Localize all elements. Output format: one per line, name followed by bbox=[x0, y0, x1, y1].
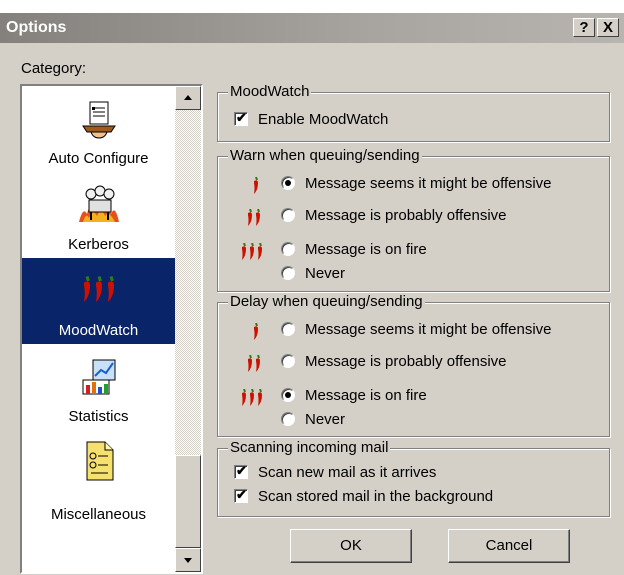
option-label: Message is on fire bbox=[305, 387, 427, 404]
option-label: Never bbox=[305, 265, 346, 282]
scan-new-mail-label: Scan new mail as it arrives bbox=[258, 464, 437, 481]
option-label: Message is on fire bbox=[305, 241, 427, 258]
chili-pepper-icon bbox=[254, 355, 262, 373]
delay-radio-probably[interactable] bbox=[281, 354, 295, 368]
warn-option-offensive-probably[interactable]: Message is probably offensive bbox=[218, 207, 598, 227]
option-label: Message seems it might be offensive bbox=[305, 175, 552, 192]
delay-radio-maybe[interactable] bbox=[281, 322, 295, 336]
category-item-kerberos[interactable]: Kerberos bbox=[22, 172, 175, 258]
cancel-button[interactable]: Cancel bbox=[448, 529, 570, 563]
warn-radio-probably[interactable] bbox=[281, 208, 295, 222]
chili-pepper-icon bbox=[248, 243, 256, 261]
warn-option-offensive-maybe[interactable]: Message seems it might be offensive bbox=[218, 175, 598, 195]
scroll-up-button[interactable] bbox=[175, 86, 201, 110]
scroll-thumb[interactable] bbox=[175, 455, 201, 548]
enable-moodwatch-label: Enable MoodWatch bbox=[258, 111, 389, 128]
chili-pepper-icon bbox=[256, 389, 264, 407]
option-label: Message is probably offensive bbox=[305, 353, 507, 370]
category-item-miscellaneous[interactable]: Miscellaneous bbox=[22, 430, 175, 523]
option-label: Message is probably offensive bbox=[305, 207, 507, 224]
options-dialog: Options ? X Category: Auto Configure Ker… bbox=[0, 13, 624, 575]
delay-group: Delay when queuing/sending Message seems… bbox=[217, 293, 610, 437]
category-label: Category: bbox=[21, 60, 87, 77]
delay-radio-never[interactable] bbox=[281, 412, 295, 426]
statistics-icon bbox=[82, 359, 115, 395]
chili-peppers-icon bbox=[81, 274, 116, 304]
title-bar: Options ? X bbox=[0, 13, 624, 43]
category-list: Auto Configure Kerberos MoodWatch Statis… bbox=[20, 84, 203, 574]
warn-radio-never[interactable] bbox=[281, 266, 295, 280]
chili-pepper-icon bbox=[240, 243, 248, 261]
arrow-up-icon bbox=[184, 95, 192, 100]
delay-group-title: Delay when queuing/sending bbox=[228, 293, 425, 310]
miscellaneous-icon bbox=[86, 441, 113, 481]
delay-option-offensive-maybe[interactable]: Message seems it might be offensive bbox=[218, 321, 598, 341]
warn-radio-maybe[interactable] bbox=[281, 176, 295, 190]
auto-configure-icon bbox=[81, 101, 116, 139]
chili-pepper-icon bbox=[240, 389, 248, 407]
warn-option-on-fire[interactable]: Message is on fire bbox=[218, 241, 598, 261]
help-button[interactable]: ? bbox=[573, 18, 595, 37]
delay-option-never[interactable]: Never bbox=[218, 411, 598, 431]
category-item-auto-configure[interactable]: Auto Configure bbox=[22, 86, 175, 172]
chili-pepper-icon bbox=[254, 209, 262, 227]
category-item-label: Kerberos bbox=[68, 236, 129, 253]
category-item-label: Miscellaneous bbox=[50, 506, 147, 523]
category-item-label: Statistics bbox=[68, 408, 129, 425]
moodwatch-group-title: MoodWatch bbox=[228, 83, 312, 100]
chili-pepper-icon bbox=[248, 389, 256, 407]
kerberos-icon bbox=[78, 185, 119, 222]
warn-option-never[interactable]: Never bbox=[218, 265, 598, 285]
category-scrollbar[interactable] bbox=[175, 86, 201, 572]
chili-pepper-icon bbox=[256, 243, 264, 261]
delay-option-on-fire[interactable]: Message is on fire bbox=[218, 387, 598, 407]
warn-group: Warn when queuing/sending Message seems … bbox=[217, 147, 610, 292]
moodwatch-group: MoodWatch Enable MoodWatch bbox=[217, 83, 610, 142]
close-button[interactable]: X bbox=[597, 18, 619, 37]
enable-moodwatch-checkbox[interactable] bbox=[234, 110, 248, 126]
ok-button[interactable]: OK bbox=[290, 529, 412, 563]
warn-radio-on-fire[interactable] bbox=[281, 242, 295, 256]
scroll-down-button[interactable] bbox=[175, 548, 201, 572]
chili-pepper-icon bbox=[246, 355, 254, 373]
window-title: Options bbox=[6, 19, 67, 36]
delay-option-offensive-probably[interactable]: Message is probably offensive bbox=[218, 353, 598, 373]
scan-new-mail-row[interactable]: Scan new mail as it arrives bbox=[218, 463, 598, 484]
chili-pepper-icon bbox=[246, 209, 254, 227]
category-item-label: Auto Configure bbox=[48, 150, 149, 167]
arrow-down-icon bbox=[184, 558, 192, 563]
scan-stored-mail-row[interactable]: Scan stored mail in the background bbox=[218, 487, 598, 508]
scanning-group: Scanning incoming mail Scan new mail as … bbox=[217, 439, 610, 517]
option-label: Message seems it might be offensive bbox=[305, 321, 552, 338]
scan-stored-mail-checkbox[interactable] bbox=[234, 487, 248, 503]
warn-group-title: Warn when queuing/sending bbox=[228, 147, 422, 164]
delay-radio-on-fire[interactable] bbox=[281, 388, 295, 402]
scan-new-mail-checkbox[interactable] bbox=[234, 463, 248, 479]
scanning-group-title: Scanning incoming mail bbox=[228, 439, 391, 456]
chili-pepper-icon bbox=[252, 177, 260, 195]
scan-stored-mail-label: Scan stored mail in the background bbox=[258, 488, 494, 505]
category-item-label: MoodWatch bbox=[58, 322, 139, 339]
category-item-statistics[interactable]: Statistics bbox=[22, 344, 175, 430]
category-item-moodwatch[interactable]: MoodWatch bbox=[22, 258, 175, 344]
enable-moodwatch-row[interactable]: Enable MoodWatch bbox=[218, 110, 598, 131]
chili-pepper-icon bbox=[252, 323, 260, 341]
option-label: Never bbox=[305, 411, 346, 428]
